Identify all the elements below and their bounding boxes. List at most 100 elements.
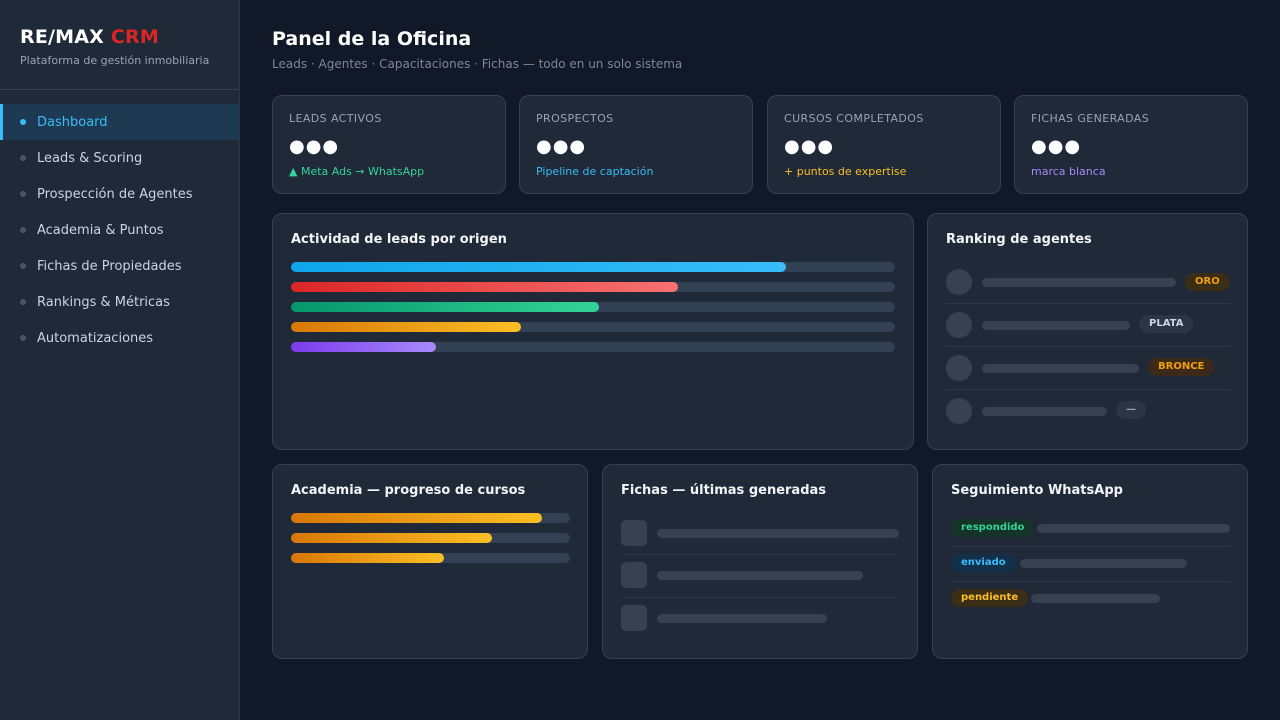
stat-label: LEADS ACTIVOS: [289, 112, 382, 125]
fichas-title: Fichas — últimas generadas: [621, 483, 827, 498]
activity-bar-fill: [291, 302, 600, 312]
avatar: [946, 355, 972, 381]
stat-label: FICHAS GENERADAS: [1031, 112, 1150, 125]
sidebar-item-prospeccion[interactable]: Prospección de Agentes: [0, 176, 239, 212]
activity-bar: [291, 302, 895, 312]
bullet-icon: [20, 191, 26, 197]
page-title: Panel de la Oficina: [272, 28, 472, 50]
divider: [946, 303, 1230, 304]
agent-name-placeholder: [982, 407, 1107, 416]
sidebar-item-fichas[interactable]: Fichas de Propiedades: [0, 248, 239, 284]
divider: [621, 597, 899, 598]
property-thumbnail[interactable]: [621, 605, 647, 631]
sidebar-nav: Dashboard Leads & Scoring Prospección de…: [0, 104, 239, 356]
agent-name-placeholder: [982, 321, 1130, 330]
stat-value: ●●●: [1031, 136, 1082, 157]
whatsapp-card: Seguimiento WhatsApp respondido enviado …: [932, 464, 1248, 659]
sidebar-item-label: Fichas de Propiedades: [37, 258, 182, 274]
sidebar-item-leads[interactable]: Leads & Scoring: [0, 140, 239, 176]
message-placeholder: [1037, 524, 1230, 533]
activity-title: Actividad de leads por origen: [291, 232, 507, 247]
stat-note: ▲ Meta Ads → WhatsApp: [289, 165, 425, 178]
stat-card-fichas[interactable]: FICHAS GENERADAS ●●● marca blanca: [1014, 95, 1248, 194]
divider: [946, 346, 1230, 347]
activity-bar-fill: [291, 342, 436, 352]
brand: RE/MAX CRM Plataforma de gestión inmobil…: [0, 0, 239, 90]
rank-badge: BRONCE: [1148, 358, 1215, 376]
agent-name-placeholder: [982, 364, 1139, 373]
bullet-icon: [20, 119, 26, 125]
activity-bar-fill: [291, 262, 787, 272]
academia-title: Academia — progreso de cursos: [291, 483, 526, 498]
activity-bar-fill: [291, 282, 678, 292]
avatar: [946, 398, 972, 424]
stat-card-cursos[interactable]: CURSOS COMPLETADOS ●●● + puntos de exper…: [767, 95, 1001, 194]
course-progress-bar: [291, 553, 570, 563]
academia-card: Academia — progreso de cursos: [272, 464, 588, 659]
course-progress-fill: [291, 513, 543, 523]
activity-bar: [291, 262, 895, 272]
brand-title-main: RE/MAX: [20, 26, 105, 48]
activity-bar-fill: [291, 322, 521, 332]
sidebar-item-label: Academia & Puntos: [37, 222, 164, 238]
property-name-placeholder: [657, 614, 827, 623]
rank-badge: PLATA: [1139, 315, 1194, 333]
sidebar-item-dashboard[interactable]: Dashboard: [0, 104, 239, 140]
stat-note: marca blanca: [1031, 165, 1106, 178]
stat-label: CURSOS COMPLETADOS: [784, 112, 924, 125]
stat-note: + puntos de expertise: [784, 165, 907, 178]
status-badge: pendiente: [951, 589, 1029, 607]
rank-badge: ORO: [1185, 273, 1230, 291]
stat-card-prospectos[interactable]: PROSPECTOS ●●● Pipeline de captación: [519, 95, 753, 194]
sidebar-item-label: Dashboard: [37, 114, 108, 130]
divider: [951, 546, 1230, 547]
activity-card: Actividad de leads por origen: [272, 213, 914, 450]
sidebar-item-rankings[interactable]: Rankings & Métricas: [0, 284, 239, 320]
course-progress-bar: [291, 533, 570, 543]
message-placeholder: [1020, 559, 1187, 568]
status-badge: respondido: [951, 519, 1035, 537]
avatar: [946, 312, 972, 338]
ranking-title: Ranking de agentes: [946, 232, 1092, 247]
message-placeholder: [1031, 594, 1160, 603]
ranking-card: Ranking de agentes ORO PLATA BRONCE —: [927, 213, 1248, 450]
fichas-card: Fichas — últimas generadas: [602, 464, 918, 659]
course-progress-bar: [291, 513, 570, 523]
activity-bar: [291, 282, 895, 292]
property-thumbnail[interactable]: [621, 520, 647, 546]
bullet-icon: [20, 227, 26, 233]
sidebar-item-label: Automatizaciones: [37, 330, 154, 346]
stat-value: ●●●: [289, 136, 340, 157]
avatar: [946, 269, 972, 295]
bullet-icon: [20, 155, 26, 161]
stat-card-leads[interactable]: LEADS ACTIVOS ●●● ▲ Meta Ads → WhatsApp: [272, 95, 506, 194]
brand-title-accent: CRM: [110, 26, 159, 48]
bullet-icon: [20, 299, 26, 305]
course-progress-fill: [291, 553, 445, 563]
divider: [951, 581, 1230, 582]
sidebar-item-automatizaciones[interactable]: Automatizaciones: [0, 320, 239, 356]
property-thumbnail[interactable]: [621, 562, 647, 588]
activity-bar: [291, 342, 895, 352]
bullet-icon: [20, 263, 26, 269]
brand-logo[interactable]: RE/MAX CRM: [20, 26, 219, 48]
activity-bar: [291, 322, 895, 332]
main-content: Panel de la Oficina Leads · Agentes · Ca…: [272, 0, 1248, 720]
course-progress-fill: [291, 533, 492, 543]
bullet-icon: [20, 335, 26, 341]
whatsapp-title: Seguimiento WhatsApp: [951, 483, 1123, 498]
sidebar-item-academia[interactable]: Academia & Puntos: [0, 212, 239, 248]
sidebar-item-label: Prospección de Agentes: [37, 186, 193, 202]
status-badge: enviado: [951, 554, 1016, 572]
stat-label: PROSPECTOS: [536, 112, 614, 125]
agent-name-placeholder: [982, 278, 1176, 287]
stat-value: ●●●: [536, 136, 587, 157]
stat-value: ●●●: [784, 136, 835, 157]
sidebar-item-label: Rankings & Métricas: [37, 294, 170, 310]
sidebar: RE/MAX CRM Plataforma de gestión inmobil…: [0, 0, 240, 720]
property-name-placeholder: [657, 571, 863, 580]
rank-badge: —: [1116, 401, 1146, 419]
property-name-placeholder: [657, 529, 899, 538]
divider: [946, 389, 1230, 390]
brand-subtitle: Plataforma de gestión inmobiliaria: [20, 54, 210, 67]
